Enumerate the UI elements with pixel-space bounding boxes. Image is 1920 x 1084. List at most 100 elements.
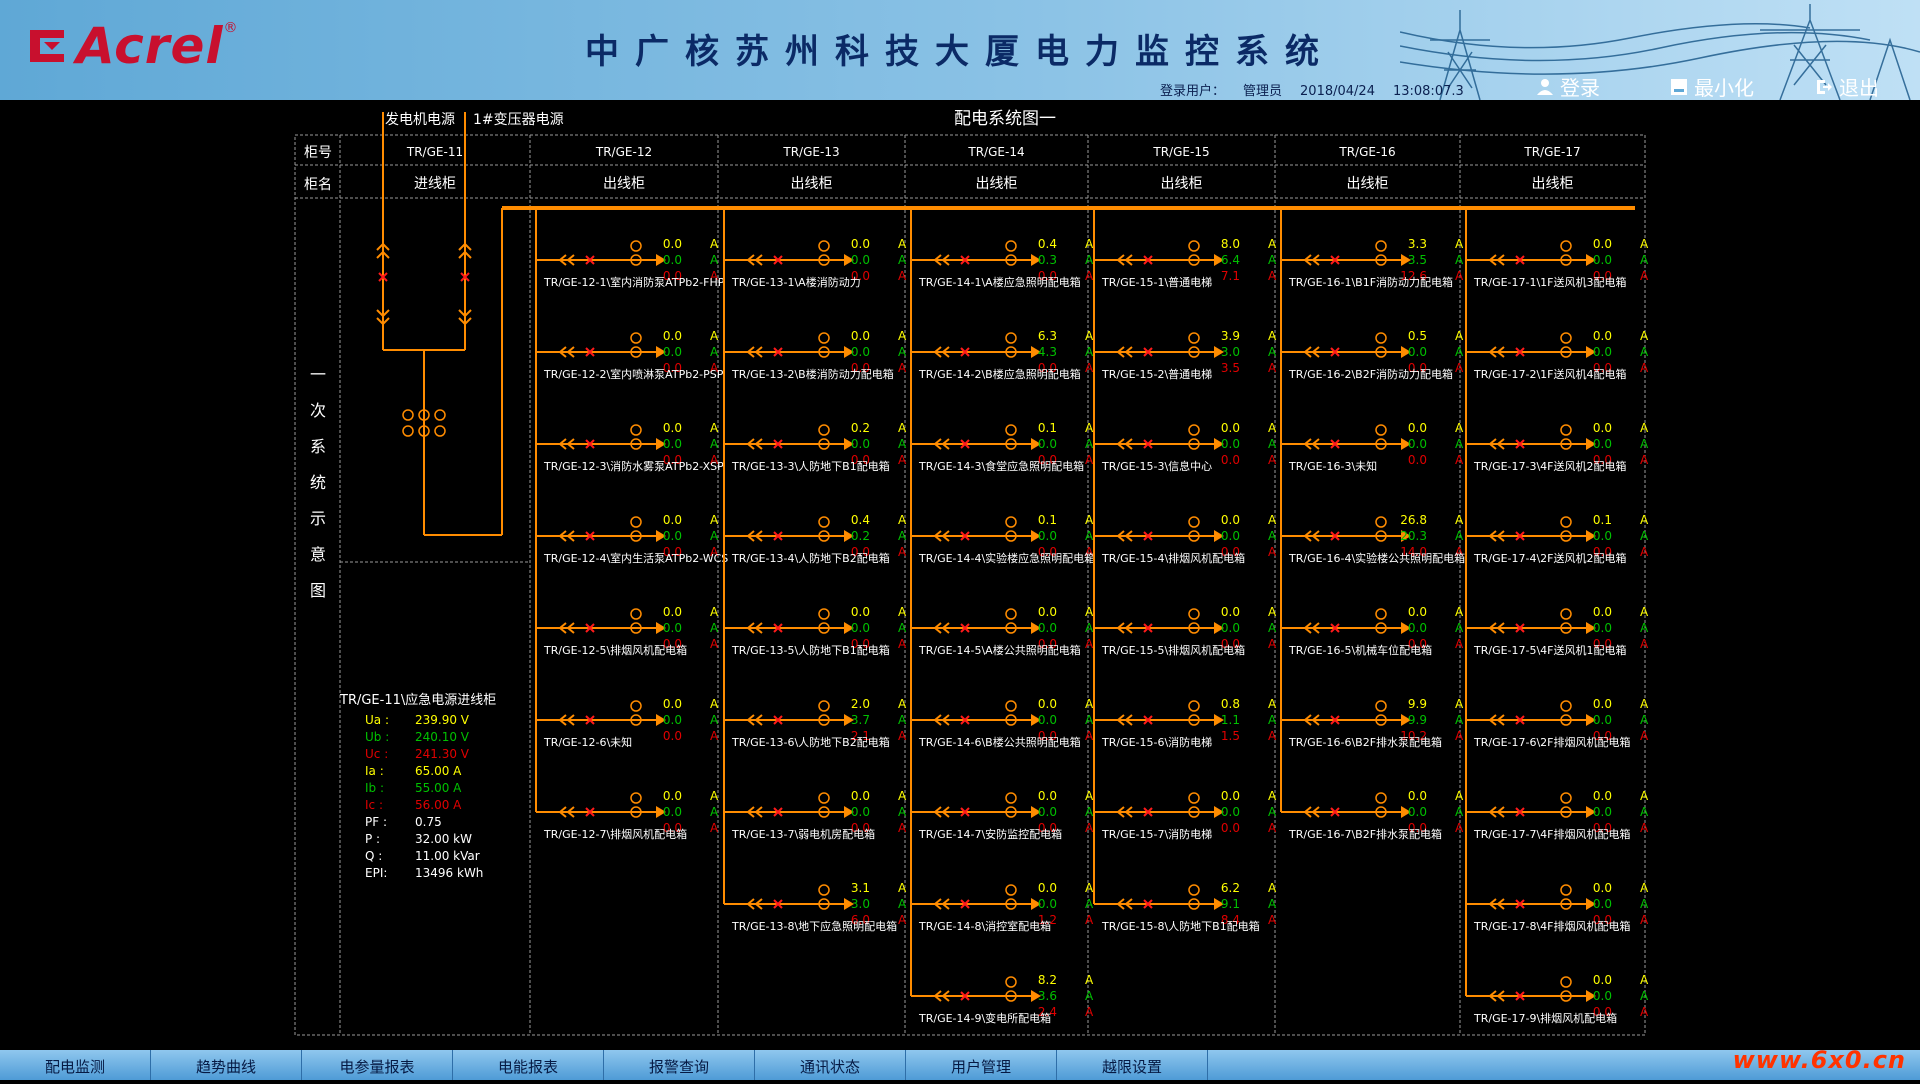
feeder-current-value: 0.0 [1038, 789, 1057, 803]
feeder-current-value: 0.0 [851, 329, 870, 343]
feeder-current-value: 0.4 [851, 513, 870, 527]
feeder-current-value: 3.6 [1038, 989, 1057, 1003]
feeder-unit: A [1085, 1005, 1094, 1019]
feeder-current-value: 0.0 [1038, 697, 1057, 711]
feeder-ct-icon [1188, 516, 1200, 528]
feeder-name: TR/GE-12-2\室内喷淋泵ATPb2-PSP [543, 367, 724, 381]
feeder-name: TR/GE-12-5\排烟风机配电箱 [543, 643, 687, 657]
feeder-unit: A [1085, 345, 1094, 359]
login-button[interactable]: 登录 [1536, 72, 1600, 100]
feeder-current-value: 3.0 [851, 897, 870, 911]
feeder-unit: A [1640, 1005, 1649, 1019]
cabinet-name: 出线柜 [1347, 176, 1389, 192]
tab-user-management[interactable]: 用户管理 [906, 1050, 1057, 1080]
feeder-unit: A [898, 789, 907, 803]
exit-button[interactable]: 退出 [1815, 72, 1879, 100]
feeder-unit: A [1268, 513, 1277, 527]
current-time: 13:08:07.3 [1392, 84, 1464, 99]
feeder-name: TR/GE-15-7\消防电梯 [1101, 827, 1212, 841]
tab-distribution-monitor[interactable]: 配电监测 [0, 1050, 151, 1080]
side-label-char: 系 [310, 437, 326, 456]
feeder-unit: A [1455, 621, 1464, 635]
feeder-current-value: 0.0 [663, 253, 682, 267]
feeder-ct-icon [1005, 516, 1017, 528]
feeder-unit: A [898, 881, 907, 895]
feeder-ct-icon [1560, 700, 1572, 712]
current-date: 2018/04/24 [1300, 84, 1375, 99]
feeder-ct-icon [818, 240, 830, 252]
feeder-ct-icon [630, 608, 642, 620]
feeder-ct-icon [818, 700, 830, 712]
feeder-unit: A [1085, 605, 1094, 619]
feeder-name: TR/GE-13-5\人防地下B1配电箱 [731, 643, 890, 657]
feeder-unit: A [1085, 989, 1094, 1003]
incoming-param-label: Q : [365, 849, 382, 863]
minimize-button[interactable]: 最小化 [1670, 72, 1754, 100]
cabinet-no-header: 柜号 [304, 145, 332, 161]
feeder-unit: A [1640, 805, 1649, 819]
feeder-unit: A [710, 621, 719, 635]
feeder-current-value: 0.0 [1593, 697, 1612, 711]
cabinet-no: TR/GE-13 [782, 145, 839, 159]
feeder-current-value: 7.1 [1221, 269, 1240, 283]
feeder-current-value: 0.0 [1593, 973, 1612, 987]
feeder-name: TR/GE-13-1\A楼消防动力 [731, 275, 861, 289]
feeder-current-value: 0.0 [1408, 805, 1427, 819]
feeder-unit: A [898, 605, 907, 619]
feeder-unit: A [710, 789, 719, 803]
feeder-current-value: 0.0 [663, 789, 682, 803]
feeder-ct-icon [1375, 240, 1387, 252]
feeder-name: TR/GE-13-3\人防地下B1配电箱 [731, 459, 890, 473]
cabinet-no: TR/GE-16 [1338, 145, 1395, 159]
tab-energy-report[interactable]: 电能报表 [453, 1050, 604, 1080]
feeder-name: TR/GE-16-6\B2F排水泵配电箱 [1288, 735, 1442, 749]
tab-limit-settings[interactable]: 越限设置 [1057, 1050, 1208, 1080]
feeder-unit: A [898, 237, 907, 251]
feeder-current-value: 6.3 [1038, 329, 1057, 343]
incoming-param-value: 241.30 V [415, 747, 470, 761]
tab-trend-curve[interactable]: 趋势曲线 [151, 1050, 302, 1080]
tab-alarm-query[interactable]: 报警查询 [604, 1050, 755, 1080]
feeder-unit: A [710, 237, 719, 251]
feeder-current-value: 0.2 [851, 421, 870, 435]
feeder-current-value: 0.0 [1593, 529, 1612, 543]
incoming-param-label: EPI: [365, 866, 387, 880]
main-area: 配电系统图一 发电机电源 1#变压器电源 柜号 柜名一次系统示意图 TR/GE-11 进线柜… [0, 100, 1920, 1050]
feeder-name: TR/GE-14-3\食堂应急照明配电箱 [918, 459, 1084, 473]
feeder-unit: A [898, 545, 907, 559]
feeder-unit: A [710, 605, 719, 619]
feeder-ct-icon [630, 700, 642, 712]
feeder-name: TR/GE-12-7\排烟风机配电箱 [543, 827, 687, 841]
feeder-name: TR/GE-16-5\机械车位配电箱 [1288, 643, 1432, 657]
feeder-unit: A [1455, 437, 1464, 451]
feeder-current-value: 0.0 [1038, 881, 1057, 895]
current-transformer-icon [402, 409, 414, 421]
feeder-current-value: 0.0 [1038, 605, 1057, 619]
feeder-current-value: 0.0 [1593, 789, 1612, 803]
feeder-ct-icon [818, 424, 830, 436]
feeder-current-value: 0.0 [1221, 453, 1240, 467]
tab-parameter-report[interactable]: 电参量报表 [302, 1050, 453, 1080]
feeder-name: TR/GE-12-6\未知 [543, 735, 632, 749]
incoming-param-label: Ib : [365, 781, 384, 795]
feeder-current-value: 0.5 [1408, 329, 1427, 343]
incoming-param-label: P : [365, 832, 380, 846]
tab-comm-status[interactable]: 通讯状态 [755, 1050, 906, 1080]
feeder-unit: A [1085, 881, 1094, 895]
feeder-ct-icon [1560, 976, 1572, 988]
feeder-unit: A [710, 421, 719, 435]
feeder-current-value: 3.3 [1408, 237, 1427, 251]
feeder-current-value: 8.0 [1221, 237, 1240, 251]
feeder-current-value: 0.0 [851, 345, 870, 359]
feeder-unit: A [1640, 437, 1649, 451]
feeder-ct-icon [1560, 240, 1572, 252]
feeder-current-value: 0.0 [851, 437, 870, 451]
feeder-name: TR/GE-16-3\未知 [1288, 459, 1377, 473]
feeder-current-value: 0.0 [1593, 253, 1612, 267]
feeder-unit: A [1268, 729, 1277, 743]
feeder-current-value: 0.0 [1038, 897, 1057, 911]
feeder-current-value: 1.5 [1221, 729, 1240, 743]
feeder-ct-icon [1188, 792, 1200, 804]
feeder-current-value: 0.4 [1038, 237, 1057, 251]
feeder-ct-icon [1188, 240, 1200, 252]
